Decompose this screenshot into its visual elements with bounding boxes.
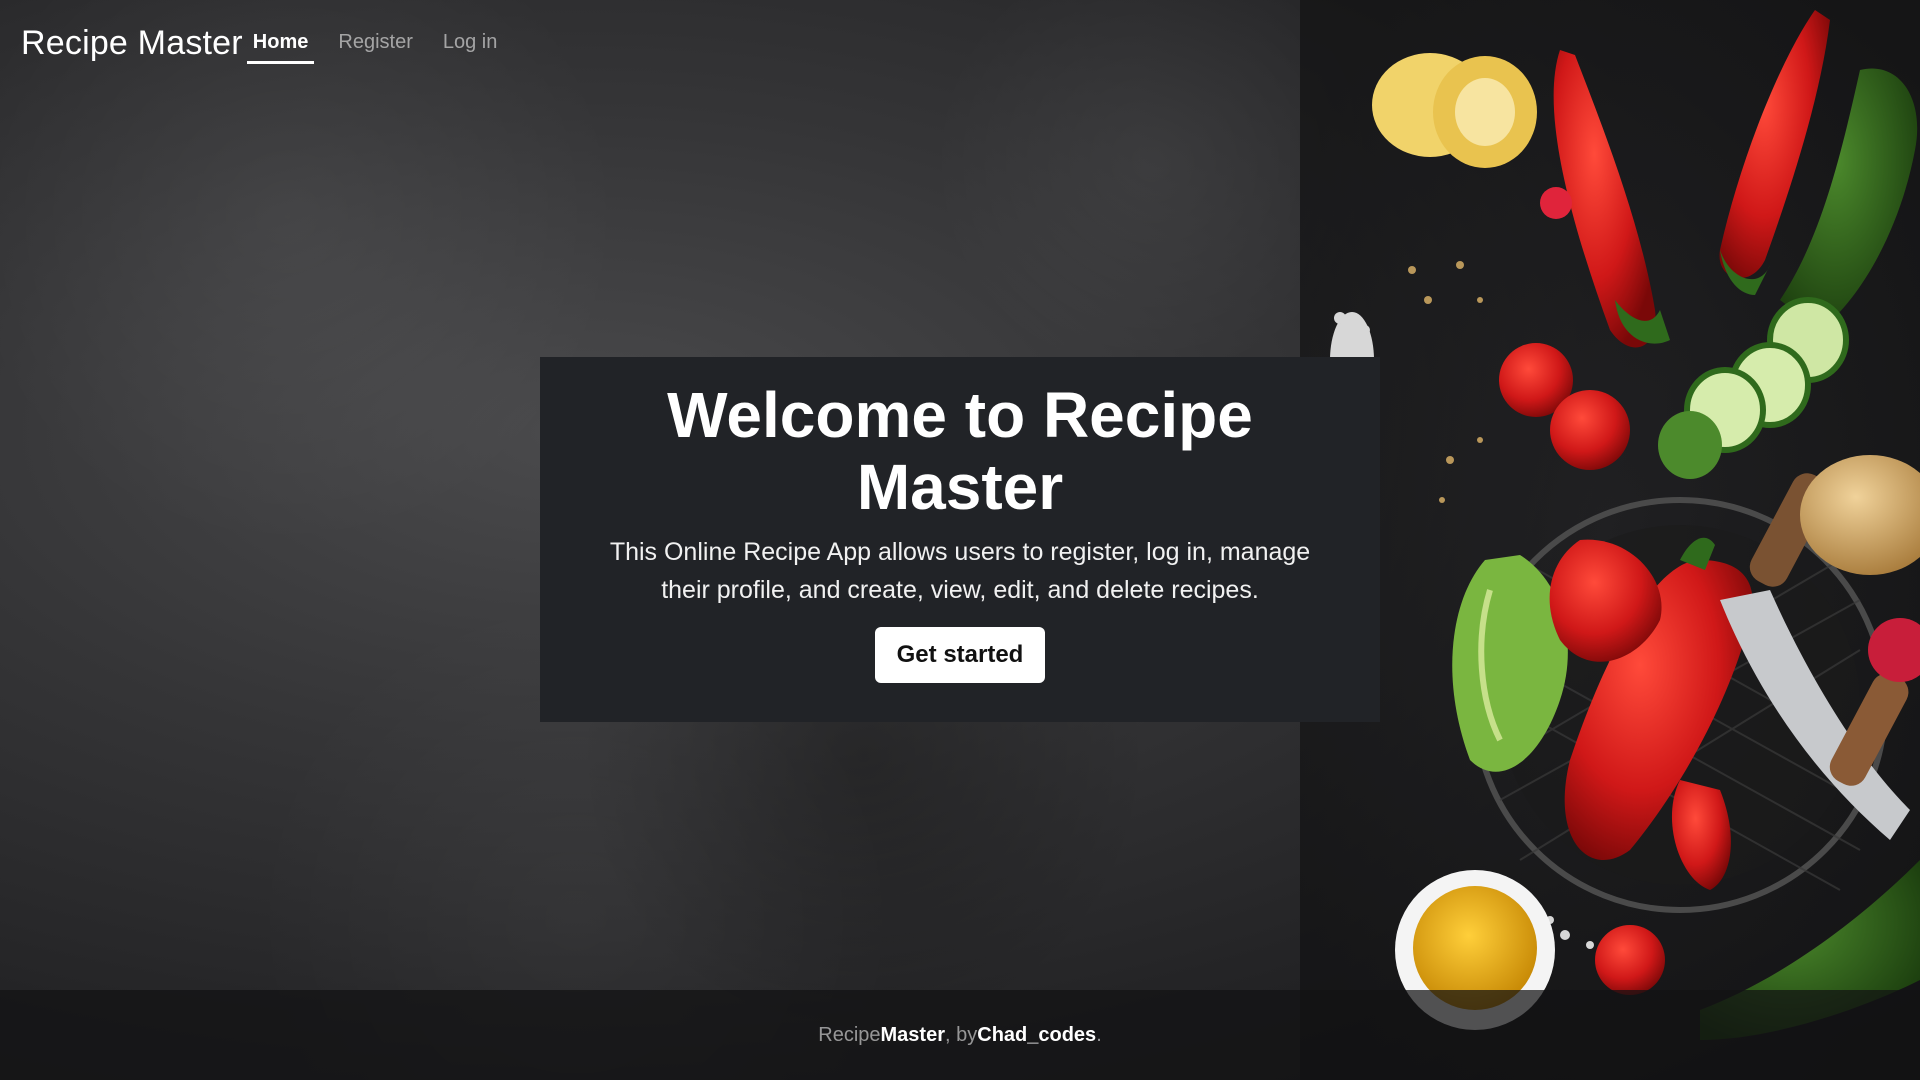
nav-link-login[interactable]: Log in xyxy=(437,23,504,64)
footer: Recipe Master , by Chad_codes . xyxy=(0,990,1920,1080)
footer-by: , by xyxy=(945,1023,978,1046)
hero-card: Welcome to Recipe Master This Online Rec… xyxy=(540,357,1380,722)
footer-author-link[interactable]: Chad_codes xyxy=(977,1024,1096,1047)
vegetables-image xyxy=(1300,0,1920,1080)
hero-title: Welcome to Recipe Master xyxy=(667,379,1253,523)
footer-brand: Master xyxy=(880,1023,945,1046)
footer-suffix: . xyxy=(1096,1023,1102,1046)
get-started-button[interactable]: Get started xyxy=(874,627,1046,683)
nav-link-register[interactable]: Register xyxy=(332,23,418,64)
nav-link-home[interactable]: Home xyxy=(246,23,315,64)
footer-prefix: Recipe xyxy=(818,1023,881,1046)
page: Recipe Master Home Register Log in Welco… xyxy=(0,0,1920,1080)
brand-link[interactable]: Recipe Master xyxy=(21,24,243,63)
hero-description: This Online Recipe App allows users to r… xyxy=(609,538,1311,604)
navbar: Recipe Master Home Register Log in xyxy=(21,18,521,68)
